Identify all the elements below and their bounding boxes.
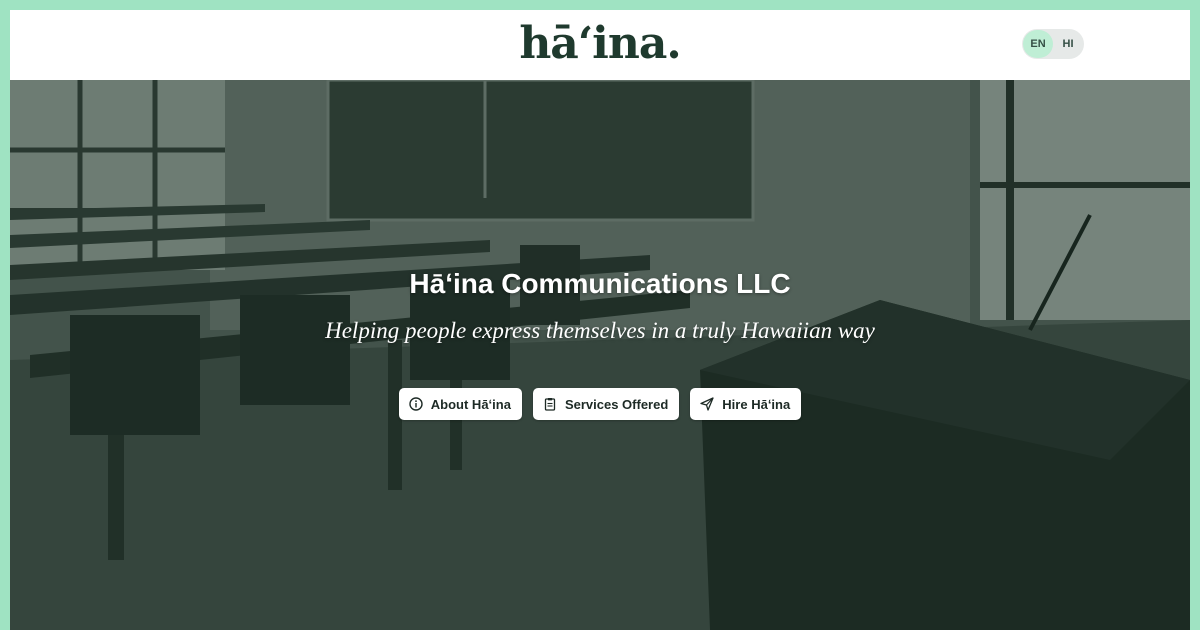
about-button[interactable]: About Hāʻina — [398, 388, 522, 420]
language-option-en[interactable]: EN — [1023, 30, 1053, 58]
info-circle-icon — [409, 397, 423, 411]
hero-title: Hāʻina Communications LLC — [409, 268, 791, 299]
services-button-label: Services Offered — [564, 396, 669, 412]
paper-plane-icon — [700, 397, 714, 411]
page: hāʻina. EN HI Hāʻina Communications LLC … — [10, 10, 1190, 630]
site-header: hāʻina. EN HI — [10, 10, 1190, 80]
language-toggle[interactable]: EN HI — [1022, 29, 1084, 59]
hero-section: Hāʻina Communications LLC Helping people… — [10, 80, 1190, 630]
services-button[interactable]: Services Offered — [532, 388, 680, 420]
hero-content: Hāʻina Communications LLC Helping people… — [10, 80, 1190, 630]
about-button-label: About Hāʻina — [430, 396, 511, 412]
hero-button-group: About Hāʻina Services Offered Hire Hāʻin… — [10, 388, 1190, 420]
site-logo[interactable]: hāʻina. — [519, 16, 681, 72]
hire-button[interactable]: Hire Hāʻina — [690, 388, 802, 420]
clipboard-icon — [543, 397, 557, 411]
language-option-hi[interactable]: HI — [1053, 30, 1083, 58]
page-frame: hāʻina. EN HI Hāʻina Communications LLC … — [0, 0, 1200, 630]
hire-button-label: Hire Hāʻina — [722, 396, 791, 412]
hero-subtitle: Helping people express themselves in a t… — [325, 318, 875, 343]
